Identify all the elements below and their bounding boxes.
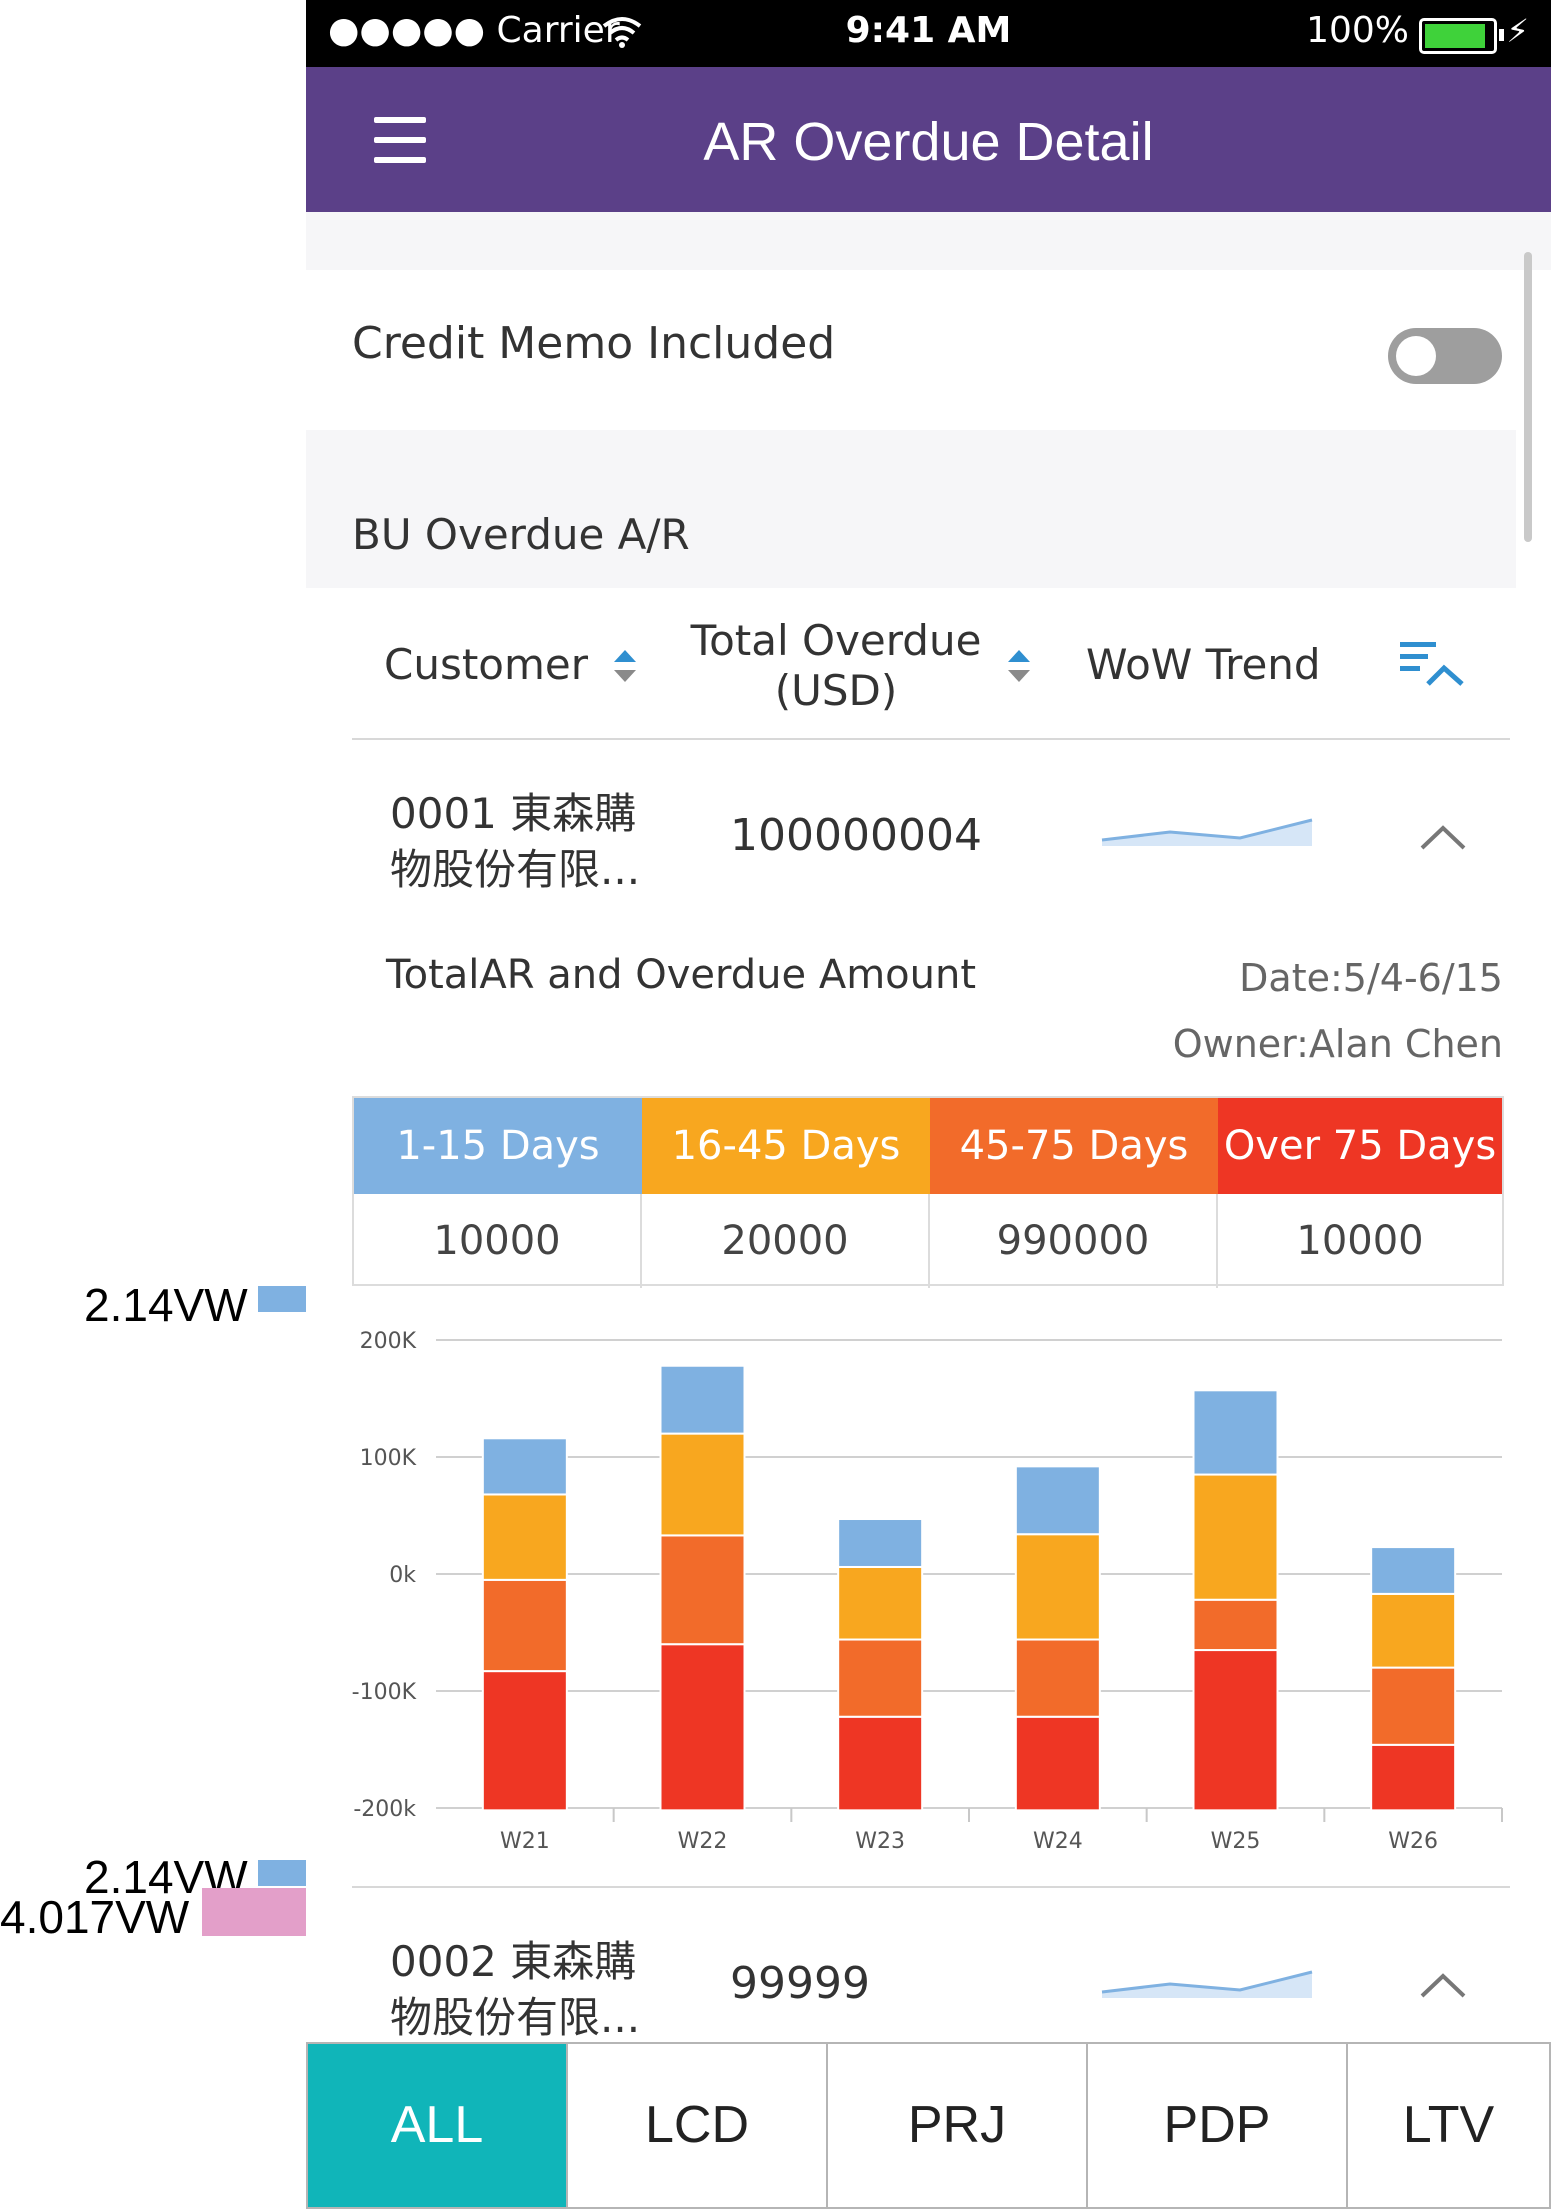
tab-prj[interactable]: PRJ: [826, 2042, 1088, 2209]
sort-total-overdue-icon[interactable]: [1006, 648, 1032, 684]
bar-segment: [837, 1715, 924, 1812]
bar-segment: [837, 1638, 924, 1718]
y-tick-label: -100K: [352, 1680, 417, 1705]
customer-name-line1: 0002 東森購: [390, 1937, 637, 1986]
credit-memo-row: Credit Memo Included: [306, 270, 1551, 430]
app-header: AR Overdue Detail: [306, 67, 1551, 212]
y-tick-label: 200K: [360, 1329, 417, 1354]
tab-ltv[interactable]: LTV: [1346, 2042, 1551, 2209]
total-overdue-header-line2: (USD): [774, 666, 898, 715]
customer-name: 0002 東森購 物股份有限...: [390, 1934, 640, 2046]
row-divider: [352, 1886, 1510, 1888]
table-row[interactable]: 0001 東森購 物股份有限... 100000004: [306, 760, 1516, 900]
bar-segment: [659, 1364, 746, 1435]
bar-segment: [1014, 1465, 1101, 1536]
page-title: AR Overdue Detail: [703, 112, 1154, 172]
phone-screen: ●●●●● Carrier 9:41 AM 100% ⚡ AR Overdue …: [306, 0, 1551, 2209]
bucket-over-75-days: Over 75 Days: [1218, 1098, 1502, 1194]
sort-customer-icon[interactable]: [612, 648, 638, 684]
section-header: BU Overdue A/R: [306, 430, 1516, 588]
trend-sparkline: [1101, 818, 1313, 846]
customer-name-line2: 物股份有限...: [390, 1993, 641, 2042]
detail-title: TotalAR and Overdue Amount: [386, 952, 977, 998]
bar-segment: [1370, 1743, 1457, 1812]
y-tick-label: 0k: [389, 1563, 416, 1588]
bottom-tab-bar: ALL LCD PRJ PDP LTV: [306, 2042, 1551, 2209]
section-title: BU Overdue A/R: [352, 510, 690, 559]
column-header-wow-trend: WoW Trend: [1086, 640, 1321, 689]
bucket-45-75-days: 45-75 Days: [930, 1098, 1218, 1194]
x-tick-label: W22: [678, 1829, 728, 1854]
x-tick-label: W24: [1033, 1829, 1083, 1854]
scrollbar[interactable]: [1524, 252, 1532, 542]
bucket-value-over-75: 10000: [1296, 1218, 1424, 1264]
annotation-label-3: 4.017VW: [0, 1891, 190, 1943]
spacer: [306, 212, 1551, 270]
status-bar: ●●●●● Carrier 9:41 AM 100% ⚡: [306, 0, 1551, 67]
customer-name-line2: 物股份有限...: [390, 845, 641, 894]
aging-buckets: 1-15 Days 16-45 Days 45-75 Days Over 75 …: [352, 1096, 1504, 1288]
bar-segment: [481, 1670, 568, 1812]
x-tick-label: W25: [1211, 1829, 1261, 1854]
bar-segment: [659, 1432, 746, 1537]
credit-memo-toggle[interactable]: [1388, 328, 1502, 384]
y-tick-label: -200k: [353, 1797, 416, 1822]
trend-sparkline: [1101, 1970, 1313, 1998]
bar-segment: [1370, 1592, 1457, 1669]
bucket-value-16-45: 20000: [642, 1194, 930, 1288]
bar-segment: [1192, 1649, 1279, 1812]
bar-segment: [1014, 1638, 1101, 1718]
table-divider: [352, 738, 1510, 740]
x-tick-label: W23: [855, 1829, 905, 1854]
customer-name-line1: 0001 東森購: [390, 789, 637, 838]
column-header-total-overdue[interactable]: Total Overdue (USD): [686, 616, 986, 716]
bar-segment: [837, 1565, 924, 1641]
tab-lcd[interactable]: LCD: [566, 2042, 828, 2209]
charging-icon: ⚡: [1506, 12, 1529, 50]
bar-segment: [1370, 1546, 1457, 1595]
bar-segment: [659, 1534, 746, 1646]
column-header-customer[interactable]: Customer: [384, 640, 588, 690]
bucket-16-45-days: 16-45 Days: [642, 1098, 930, 1194]
bar-segment: [481, 1493, 568, 1581]
x-tick-label: W21: [500, 1829, 550, 1854]
battery-percent: 100%: [1306, 10, 1409, 51]
bar-segment: [1370, 1666, 1457, 1746]
bar-segment: [1192, 1389, 1279, 1476]
detail-owner: Owner:Alan Chen: [1172, 1022, 1503, 1066]
tab-pdp[interactable]: PDP: [1086, 2042, 1348, 2209]
bar-segment: [1192, 1598, 1279, 1652]
bucket-value-45-75: 990000: [930, 1194, 1218, 1288]
bar-segment: [1192, 1473, 1279, 1601]
table-row[interactable]: 0002 東森購 物股份有限... 99999: [306, 1908, 1516, 2048]
total-overdue-header-line1: Total Overdue: [690, 616, 982, 665]
total-overdue-value: 99999: [730, 1958, 870, 2009]
bar-segment: [481, 1437, 568, 1496]
sort-order-icon[interactable]: [1398, 640, 1466, 686]
x-tick-label: W26: [1388, 1829, 1438, 1854]
stacked-bar-chart: 200K 100K 0k -100K -200k W21 W22 W23 W24 W25 W26: [352, 1329, 1503, 1854]
collapse-chevron-icon[interactable]: [1418, 1972, 1468, 2000]
y-tick-label: 100K: [360, 1446, 417, 1471]
total-overdue-value: 100000004: [730, 810, 982, 861]
bar-segment: [1014, 1533, 1101, 1641]
collapse-chevron-icon[interactable]: [1418, 824, 1468, 852]
annotation-label-1: 2.14VW: [84, 1279, 248, 1331]
detail-date: Date:5/4-6/15: [1239, 956, 1503, 1000]
tab-all[interactable]: ALL: [306, 2042, 568, 2209]
bar-segment: [481, 1578, 568, 1673]
bucket-1-15-days: 1-15 Days: [354, 1098, 642, 1194]
bar-segment: [1014, 1715, 1101, 1812]
bucket-value-1-15: 10000: [354, 1194, 642, 1288]
credit-memo-label: Credit Memo Included: [352, 318, 836, 369]
battery-icon: [1419, 18, 1504, 54]
bar-segment: [659, 1643, 746, 1812]
bar-segment: [837, 1518, 924, 1568]
customer-name: 0001 東森購 物股份有限...: [390, 786, 640, 898]
